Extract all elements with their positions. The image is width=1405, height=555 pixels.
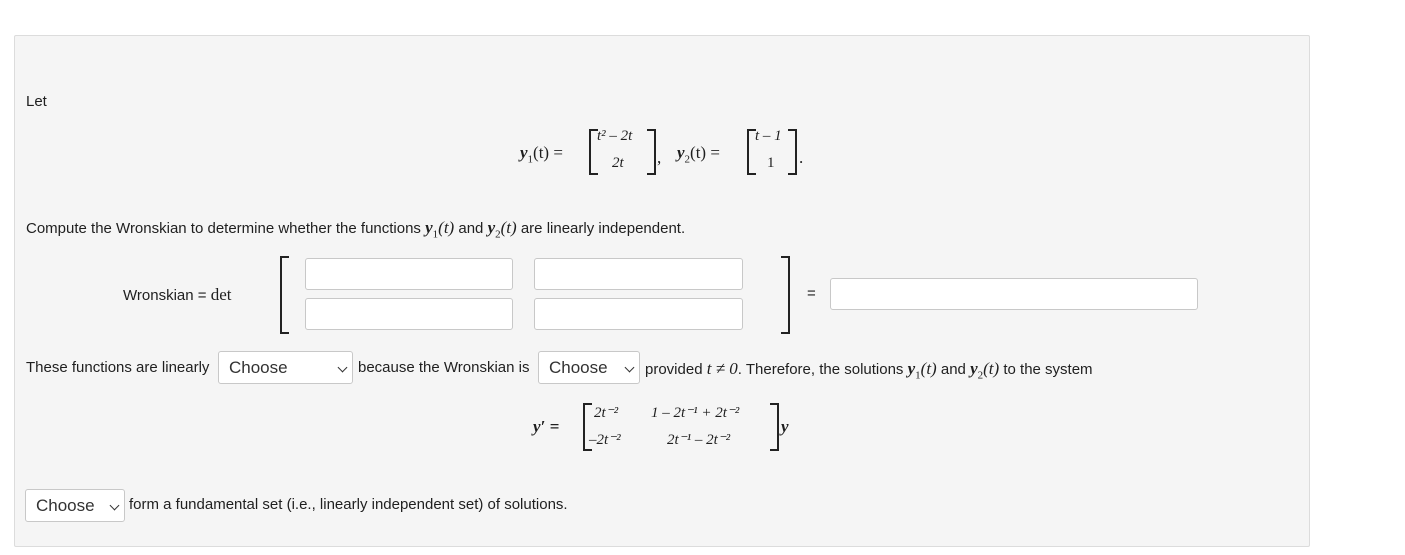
instruction-text: Compute the Wronskian to determine wheth… bbox=[26, 218, 685, 240]
matrix-left-bracket bbox=[280, 256, 289, 334]
matrix-right-bracket bbox=[781, 256, 790, 334]
system-lhs: y′ = bbox=[533, 417, 560, 436]
instruction-post: are linearly independent. bbox=[520, 220, 686, 237]
chevron-down-icon bbox=[624, 362, 635, 373]
comma: , bbox=[657, 148, 662, 167]
solutions-y2-symbol: y bbox=[970, 359, 978, 378]
instruction-y2-symbol: y bbox=[487, 218, 496, 237]
y2-entry-bottom: 1 bbox=[767, 155, 775, 171]
system-a21: –2t⁻² bbox=[589, 432, 621, 448]
system-a11: 2t⁻² bbox=[594, 405, 619, 421]
wronskian-entry-22[interactable] bbox=[534, 298, 743, 330]
wronskian-entry-11[interactable] bbox=[305, 258, 513, 290]
system-text: to the system bbox=[1003, 361, 1093, 378]
period: . bbox=[799, 148, 804, 167]
independence-select[interactable]: Choose bbox=[218, 351, 353, 384]
intro-text: Let bbox=[26, 93, 47, 110]
instruction-y2-arg: (t) bbox=[500, 218, 517, 237]
system-a12: 1 – 2t⁻¹ + 2t⁻² bbox=[651, 405, 740, 421]
final-text: form a fundamental set (i.e., linearly i… bbox=[129, 496, 568, 513]
system-rhs: y bbox=[781, 417, 789, 436]
linearly-text: These functions are linearly bbox=[26, 359, 210, 376]
wronskian-entry-21[interactable] bbox=[305, 298, 513, 330]
y2-right-bracket bbox=[788, 129, 797, 175]
wronskian-entry-12[interactable] bbox=[534, 258, 743, 290]
y2-vector-symbol: y bbox=[677, 143, 685, 162]
wronskian-status-select-value: Choose bbox=[549, 358, 608, 377]
y1-right-bracket bbox=[647, 129, 656, 175]
chevron-down-icon bbox=[337, 362, 348, 373]
system-right-bracket bbox=[770, 403, 779, 451]
wronskian-result-input[interactable] bbox=[830, 278, 1198, 310]
instruction-pre: Compute the Wronskian to determine wheth… bbox=[26, 220, 421, 237]
fundamental-set-select[interactable]: Choose bbox=[25, 489, 125, 522]
chevron-down-icon bbox=[109, 500, 120, 511]
wronskian-label: Wronskian = det bbox=[123, 285, 231, 305]
y2-entry-top: t – 1 bbox=[755, 128, 782, 144]
solutions-y2-arg: (t) bbox=[983, 359, 1000, 378]
system-a22: 2t⁻¹ – 2t⁻² bbox=[667, 432, 731, 448]
provided-text: provided t ≠ 0. Therefore, the solutions… bbox=[645, 359, 1093, 381]
y1-entry-bottom: 2t bbox=[612, 155, 624, 171]
y1-argument: (t) = bbox=[533, 143, 563, 162]
condition: t ≠ 0 bbox=[706, 359, 738, 378]
instruction-y1-arg: (t) bbox=[438, 218, 455, 237]
wronskian-det: det bbox=[210, 285, 232, 304]
solutions-and: and bbox=[940, 361, 966, 378]
y2-argument: (t) = bbox=[690, 143, 720, 162]
y2-label: y2(t) = bbox=[677, 143, 720, 165]
wronskian-status-select[interactable]: Choose bbox=[538, 351, 640, 384]
y1-entry-top: t² – 2t bbox=[597, 128, 633, 144]
solutions-y1-arg: (t) bbox=[920, 359, 937, 378]
instruction-and: and bbox=[458, 220, 484, 237]
wronskian-text: Wronskian = bbox=[123, 287, 207, 304]
fundamental-set-select-value: Choose bbox=[36, 496, 95, 515]
instruction-y1-symbol: y bbox=[425, 218, 433, 237]
independence-select-value: Choose bbox=[229, 358, 288, 377]
because-text: because the Wronskian is bbox=[358, 359, 530, 376]
y1-label: y1(t) = bbox=[520, 143, 563, 165]
y1-vector-symbol: y bbox=[520, 143, 528, 162]
equals-sign: = bbox=[807, 285, 816, 302]
provided-word: provided bbox=[645, 361, 703, 378]
therefore-text: . Therefore, the solutions bbox=[737, 361, 904, 378]
